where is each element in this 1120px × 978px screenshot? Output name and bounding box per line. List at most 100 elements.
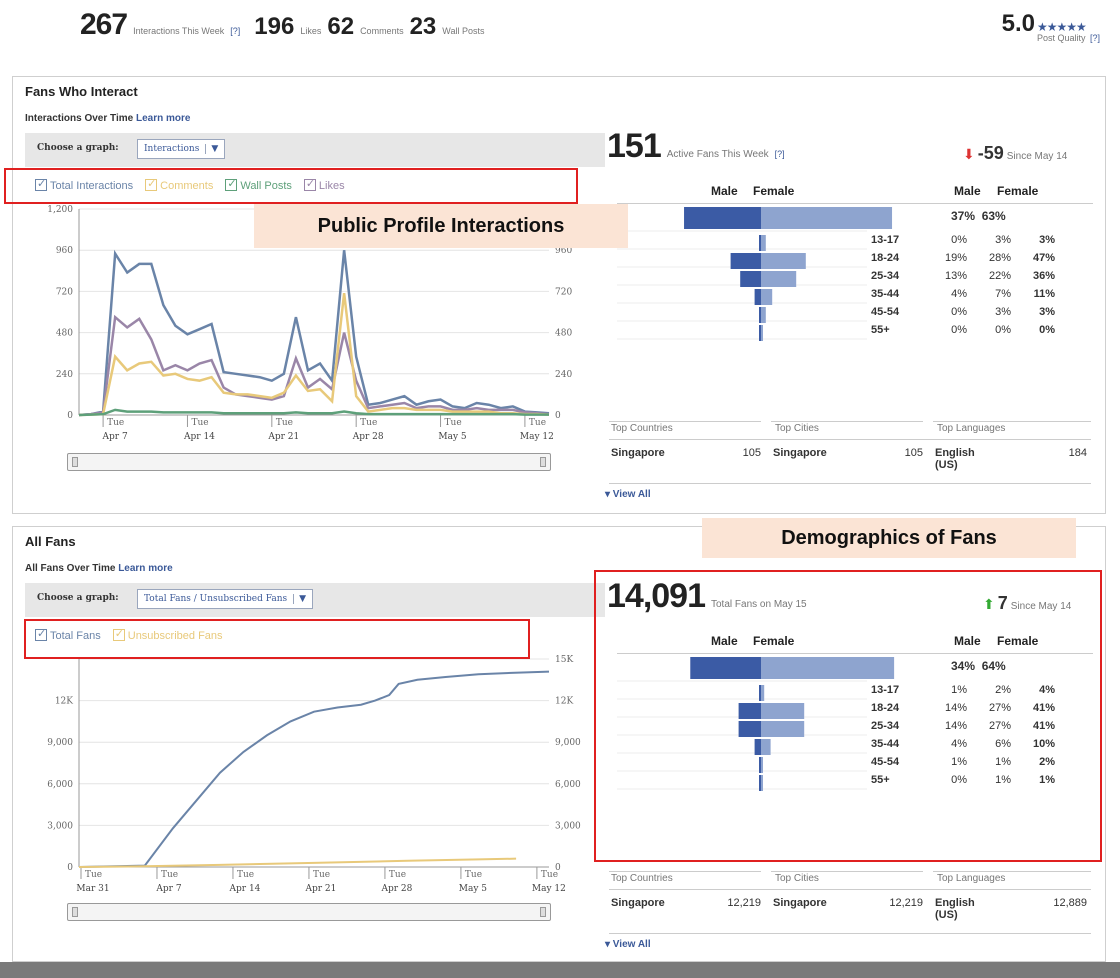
demographic-t: 11% <box>1033 288 1055 300</box>
series-line <box>78 857 517 868</box>
demographic-f: 3% <box>995 306 1011 318</box>
x-tick-label: Apr 14 <box>183 432 215 442</box>
female-age-bar <box>761 325 763 341</box>
demographic-t: 36% <box>1032 270 1055 282</box>
x-tick-label: May 12 <box>520 432 554 442</box>
comments-label: Comments <box>360 26 404 36</box>
y-tick-label-right: 240 <box>555 370 572 380</box>
y-tick-label-right: 15K <box>555 655 573 665</box>
female-col-header: Female <box>997 184 1039 198</box>
top-city: Singapore <box>773 897 827 909</box>
x-tick-label: May 5 <box>459 884 488 894</box>
x-tick-label: Tue <box>389 870 406 880</box>
callout-public-profile-interactions: Public Profile Interactions <box>254 204 628 248</box>
view-all-link[interactable]: ▾ View All <box>605 939 651 950</box>
wall-posts-count: 23 <box>409 13 437 40</box>
scrollbar-left-handle[interactable] <box>72 457 78 467</box>
demographic-age: 25-34 <box>871 270 900 282</box>
chart-scrollbar[interactable] <box>67 903 551 921</box>
active-fans-label: Active Fans This Week <box>666 149 769 160</box>
y-tick-label: 240 <box>56 370 73 380</box>
top-languages-label: Top Languages <box>937 423 1006 434</box>
delta-label: Since May 14 <box>1006 151 1068 162</box>
x-tick-label: Apr 7 <box>102 432 128 442</box>
demographic-m: 19% <box>944 252 967 264</box>
highlight-box-legend-1 <box>4 168 578 204</box>
interactions-help-link[interactable]: [?] <box>230 26 240 36</box>
y-tick-label-right: 6,000 <box>555 780 581 790</box>
x-tick-label: Tue <box>276 418 293 428</box>
demographic-t: 0% <box>1039 324 1055 336</box>
y-tick-label-right: 0 <box>555 411 561 421</box>
graph-chooser-bar: Choose a graph: Total Fans / Unsubscribe… <box>25 583 605 617</box>
demographic-row: 25-34 13% 22% 36% <box>871 267 1055 285</box>
demographic-m: 0% <box>951 306 967 318</box>
comments-count: 62 <box>327 13 355 40</box>
x-tick-label: May 5 <box>438 432 467 442</box>
female-total: 63% <box>981 209 1006 223</box>
scrollbar-right-handle[interactable] <box>540 457 546 467</box>
view-all-link[interactable]: ▾ View All <box>605 489 651 500</box>
x-tick-label: Tue <box>541 870 558 880</box>
callout-demographics-of-fans: Demographics of Fans <box>702 518 1076 558</box>
chart-scrollbar[interactable] <box>67 453 551 471</box>
y-tick-label: 9,000 <box>47 738 73 748</box>
top-language-value: 184 <box>1068 447 1087 459</box>
demographic-row: 45-54 0% 3% 3% <box>871 303 1055 321</box>
arrow-down-icon: ⬇ <box>963 146 975 162</box>
x-tick-label: Tue <box>191 418 208 428</box>
top-countries-label: Top Countries <box>611 423 673 434</box>
highlight-box-legend-2 <box>24 619 530 659</box>
y-tick-label-right: 3,000 <box>555 821 581 831</box>
demographic-row: 35-44 4% 7% 11% <box>871 285 1055 303</box>
learn-more-link[interactable]: Learn more <box>136 113 190 124</box>
male-age-bar <box>759 235 761 251</box>
y-tick-label: 720 <box>56 287 73 297</box>
top-language: English (US) <box>935 897 975 921</box>
y-tick-label: 0 <box>67 863 73 873</box>
post-quality-help-link[interactable]: [?] <box>1090 33 1100 43</box>
choose-graph-label: Choose a graph: <box>37 143 119 153</box>
chart-subtitle: Interactions Over Time <box>25 113 134 124</box>
top-countries-label: Top Countries <box>611 873 673 884</box>
x-tick-label: Tue <box>445 418 462 428</box>
panel-title: Fans Who Interact <box>25 84 138 99</box>
y-tick-label: 0 <box>67 411 73 421</box>
scrollbar-right-handle[interactable] <box>540 907 546 917</box>
top-country: Singapore <box>611 447 665 459</box>
demographic-t: 3% <box>1039 234 1055 246</box>
demographics-table: 13-17 0% 3% 3% 18-24 19% 28% 47% 25-34 13% 22% 36% 3… <box>871 231 1055 339</box>
female-age-bar <box>761 271 797 287</box>
post-quality: 5.0 ★★★★★ Post Quality [?] <box>1002 10 1100 43</box>
y-tick-label: 960 <box>56 246 73 256</box>
male-age-bar <box>759 307 761 323</box>
graph-select[interactable]: Total Fans / Unsubscribed Fans ▼ <box>137 589 314 609</box>
active-fans-help-link[interactable]: [?] <box>775 149 785 159</box>
top-cities-label: Top Cities <box>775 873 819 884</box>
top-country-value: 12,219 <box>727 897 761 909</box>
y-tick-label: 12K <box>55 697 73 707</box>
likes-count: 196 <box>254 13 295 40</box>
bottom-bar <box>0 962 1120 978</box>
male-age-bar <box>759 325 761 341</box>
x-tick-label: Apr 28 <box>380 884 412 894</box>
x-tick-label: Tue <box>529 418 546 428</box>
top-country-value: 105 <box>742 447 761 459</box>
demographic-t: 3% <box>1039 306 1055 318</box>
chevron-down-icon: ▼ <box>205 144 218 154</box>
male-header: Male <box>711 184 738 198</box>
graph-select-value: Total Fans / Unsubscribed Fans <box>144 594 288 604</box>
top-city: Singapore <box>773 447 827 459</box>
x-tick-label: Tue <box>107 418 124 428</box>
graph-select[interactable]: Interactions ▼ <box>137 139 226 159</box>
y-tick-label-right: 720 <box>555 287 572 297</box>
male-age-bar <box>730 253 761 269</box>
female-age-bar <box>761 235 766 251</box>
panel-title: All Fans <box>25 534 76 549</box>
x-tick-label: Mar 31 <box>76 884 109 894</box>
top-cities-label: Top Cities <box>775 423 819 434</box>
female-header: Female <box>753 184 795 198</box>
demographic-row: 55+ 0% 0% 0% <box>871 321 1055 339</box>
scrollbar-left-handle[interactable] <box>72 907 78 917</box>
learn-more-link[interactable]: Learn more <box>118 563 172 574</box>
